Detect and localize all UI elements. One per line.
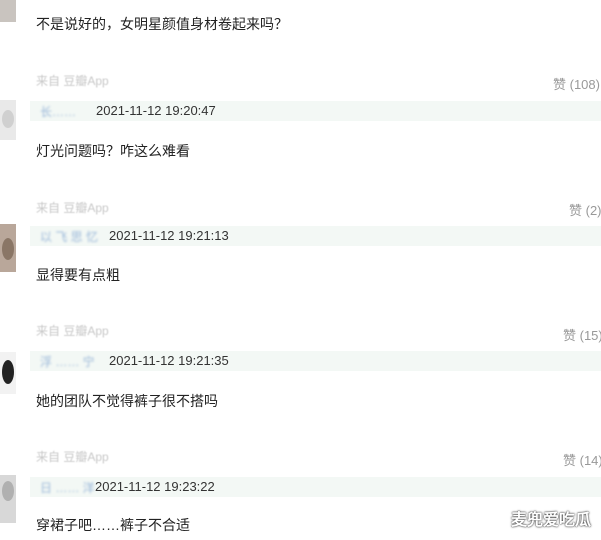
avatar[interactable] [0,0,16,22]
avatar[interactable] [0,475,16,523]
username-link[interactable]: 浮 …… 宁 [40,353,95,370]
avatar[interactable] [0,100,16,140]
comment-source: 来自 豆瓣App [36,450,109,464]
comment-meta-bar: 浮 …… 宁 2021-11-12 19:21:35 [30,351,601,371]
comment-text: 灯光问题吗？咋这么难看 [36,143,190,159]
comment-timestamp: 2021-11-12 19:20:47 [96,103,216,118]
comment-text: 不是说好的，女明星颜值身材卷起来吗？ [36,16,288,32]
comment-meta-bar: 日 …… 洋 2021-11-12 19:23:22 [30,477,601,497]
comment-text: 穿裙子吧……裤子不合适 [36,517,190,533]
like-button[interactable]: 赞 (2) [569,200,601,219]
like-button[interactable]: 赞 (108) [553,74,600,93]
username-link[interactable]: 以 飞 思 忆 [40,228,98,245]
avatar[interactable] [0,352,16,394]
comment-source: 来自 豆瓣App [36,201,109,215]
comment-text: 显得要有点粗 [36,267,120,283]
comment-timestamp: 2021-11-12 19:21:35 [109,353,229,368]
comment-source: 来自 豆瓣App [36,74,109,88]
like-button[interactable]: 赞 (14) [563,450,601,469]
like-button[interactable]: 赞 (15) [563,325,601,344]
username-link[interactable]: 日 …… 洋 [40,479,95,496]
watermark: 麦兜爱吃瓜 [510,512,591,529]
username-link[interactable]: 长…… [40,103,76,120]
comment-meta-bar: 以 飞 思 忆 2021-11-12 19:21:13 [30,226,601,246]
avatar[interactable] [0,224,16,272]
comment-timestamp: 2021-11-12 19:23:22 [95,479,215,494]
comment-text: 她的团队不觉得裤子很不搭吗 [36,393,218,409]
comment-meta-bar: 长…… 2021-11-12 19:20:47 [30,101,601,121]
comment-timestamp: 2021-11-12 19:21:13 [109,228,229,243]
comment-source: 来自 豆瓣App [36,324,109,338]
